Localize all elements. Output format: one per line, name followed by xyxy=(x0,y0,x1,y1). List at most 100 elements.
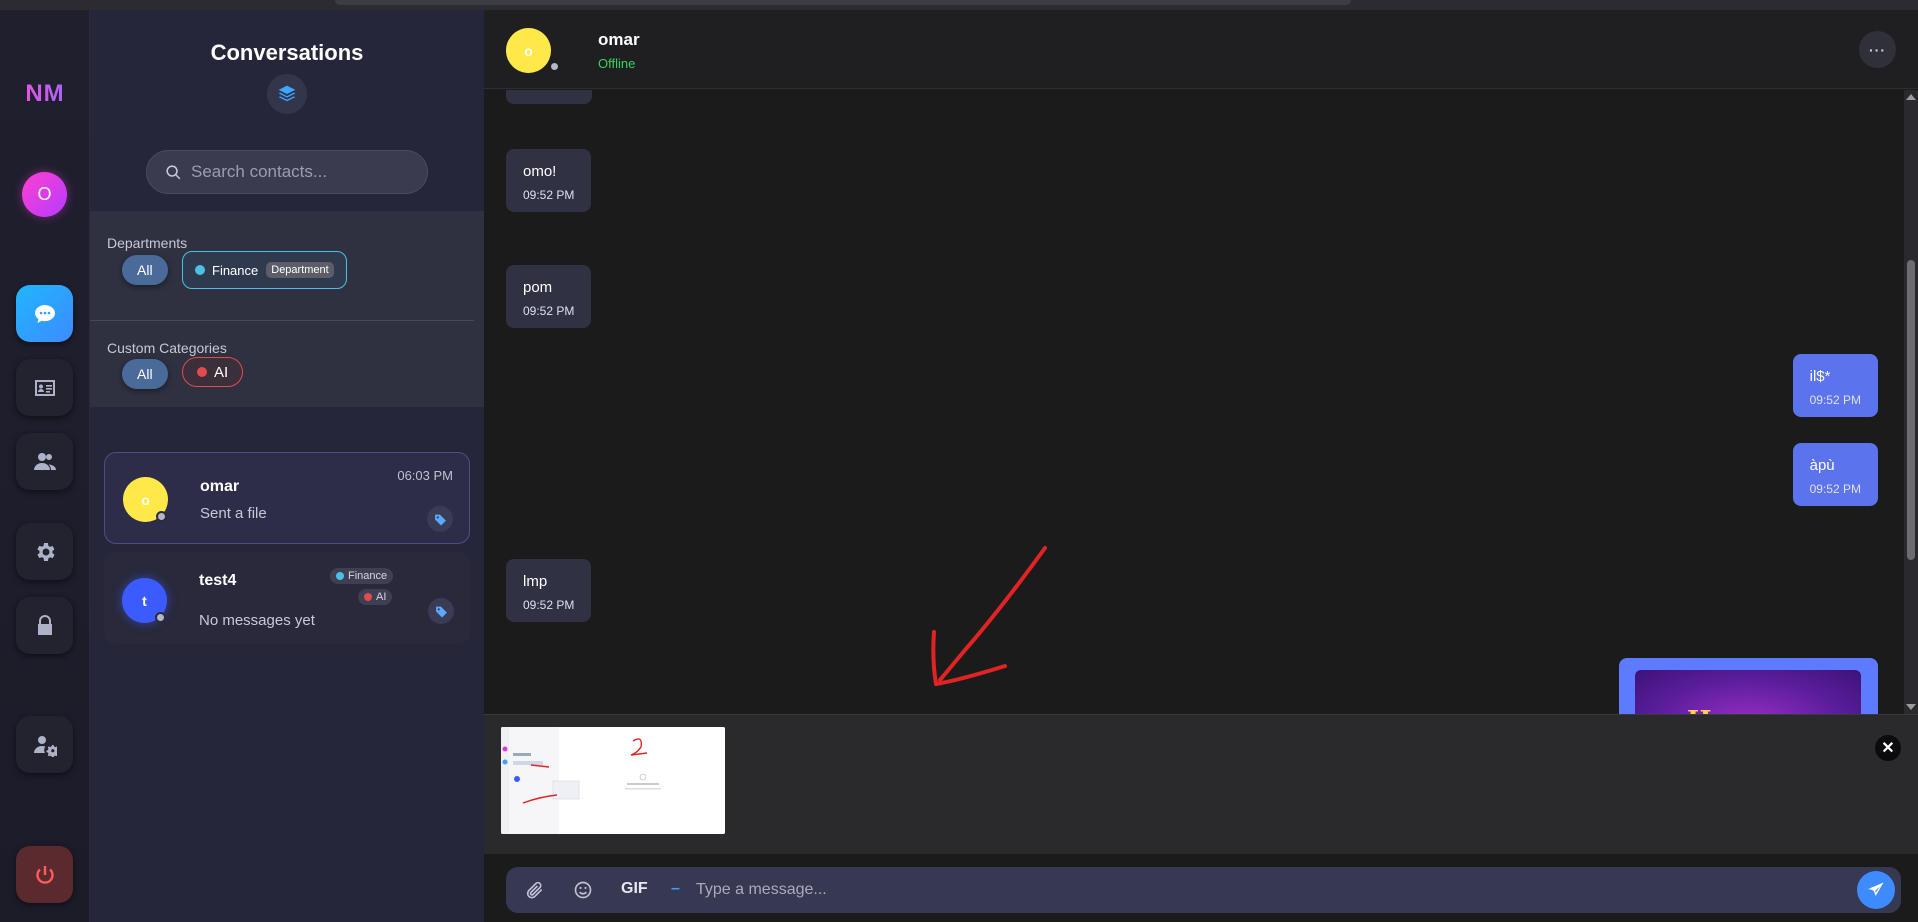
app-logo: NM xyxy=(0,80,90,108)
emoji-button[interactable] xyxy=(570,877,596,903)
rail-lock-button[interactable] xyxy=(16,597,73,654)
message-bubble: lmp 09:52 PM xyxy=(506,559,592,622)
department-filter-finance[interactable]: Finance Department xyxy=(182,251,347,289)
filters-section: Departments All Finance Department Custo… xyxy=(90,211,484,407)
gear-icon xyxy=(36,542,55,561)
rail-users-button[interactable] xyxy=(16,433,73,490)
contact-card-icon xyxy=(34,379,55,396)
attachment-preview-area: ✕ xyxy=(484,714,1918,854)
remove-attachment-button[interactable]: ✕ xyxy=(1875,735,1901,761)
message-text: il$* xyxy=(1809,368,1831,385)
contact-search[interactable] xyxy=(146,150,428,194)
tag-icon xyxy=(434,514,446,525)
department-filter-all[interactable]: All xyxy=(122,255,168,285)
message-bubble: àpù 09:52 PM xyxy=(1792,443,1878,506)
conversation-name: omar xyxy=(200,478,240,495)
finance-dot xyxy=(195,265,205,275)
mini-tag-label: Finance xyxy=(348,570,388,582)
message-time: 09:52 PM xyxy=(523,598,575,612)
conversation-preview: No messages yet xyxy=(199,612,315,629)
offline-status-dot xyxy=(156,511,167,522)
layers-button[interactable] xyxy=(267,74,307,114)
power-icon xyxy=(35,865,54,884)
filters-divider xyxy=(90,320,474,321)
message-input[interactable] xyxy=(696,867,1796,913)
departments-label: Departments xyxy=(107,235,188,251)
browser-tab-bar xyxy=(335,0,1351,5)
search-icon xyxy=(166,165,181,180)
message-text: pom xyxy=(523,279,553,296)
rail-logout-button[interactable] xyxy=(16,846,73,903)
category-ai-label: AI xyxy=(214,363,229,381)
chat-icon xyxy=(34,304,55,323)
conversation-time: 06:03 PM xyxy=(397,468,453,483)
gif-button[interactable]: GIF xyxy=(621,880,648,898)
message-bubble: pom 09:52 PM xyxy=(506,265,592,328)
rail-user-settings-button[interactable] xyxy=(16,716,73,773)
department-tag: Department xyxy=(266,262,334,278)
attachment-thumbnail[interactable] xyxy=(501,727,725,834)
paperclip-icon xyxy=(526,881,543,899)
send-button[interactable] xyxy=(1857,871,1895,909)
smiley-icon xyxy=(574,881,592,899)
chat-area: o omar Offline ··· omo! 09:52 PM pom 09:… xyxy=(484,10,1918,922)
message-text: àpù xyxy=(1809,457,1835,474)
avatar: o xyxy=(506,28,551,73)
rail-settings-button[interactable] xyxy=(16,523,73,580)
conversations-title: Conversations xyxy=(210,40,364,65)
voice-record-button[interactable]: – xyxy=(671,880,680,898)
message-time: 09:52 PM xyxy=(523,188,575,202)
message-time: 09:52 PM xyxy=(1809,393,1861,407)
conversation-name: test4 xyxy=(199,572,237,589)
happy-image: Happy xyxy=(1635,670,1861,714)
conversation-preview: Sent a file xyxy=(200,505,267,522)
message-bubble: omo! 09:52 PM xyxy=(506,149,592,212)
offline-status-dot xyxy=(155,612,166,623)
category-filter-ai[interactable]: AI xyxy=(182,357,244,387)
ai-mini-tag: AI xyxy=(358,589,393,605)
scroll-thumb[interactable] xyxy=(1907,260,1915,560)
browser-top-strip xyxy=(0,0,1918,10)
search-input[interactable] xyxy=(191,151,416,193)
left-rail: NM O xyxy=(0,10,90,922)
tag-icon xyxy=(435,606,447,617)
mini-tag-label: AI xyxy=(376,591,387,603)
screenshot-thumbnail-image xyxy=(501,727,725,834)
chat-header: o omar Offline ··· xyxy=(484,10,1918,89)
message-time: 09:52 PM xyxy=(1809,482,1861,496)
more-options-button[interactable]: ··· xyxy=(1859,31,1896,68)
chat-contact-status: Offline xyxy=(598,56,636,71)
conversation-item-omar[interactable]: o omar Sent a file 06:03 PM xyxy=(104,452,470,544)
rail-chat-button[interactable] xyxy=(16,285,73,342)
tag-button[interactable] xyxy=(427,506,453,532)
message-scrollbar[interactable] xyxy=(1904,90,1918,714)
message-text: lmp xyxy=(523,573,548,590)
offline-status-dot xyxy=(549,61,560,72)
message-list[interactable]: omo! 09:52 PM pom 09:52 PM il$* 09:52 PM… xyxy=(484,90,1918,714)
finance-mini-tag: Finance xyxy=(330,568,394,584)
message-bubble: il$* 09:52 PM xyxy=(1792,354,1878,417)
category-filter-all[interactable]: All xyxy=(122,359,168,389)
rail-contacts-button[interactable] xyxy=(16,359,73,416)
scroll-down-arrow[interactable] xyxy=(1906,704,1916,710)
user-avatar[interactable]: O xyxy=(22,172,67,217)
send-icon xyxy=(1868,882,1884,896)
user-settings-icon xyxy=(33,735,57,757)
lock-icon xyxy=(37,614,52,635)
image-message[interactable]: Happy xyxy=(1619,658,1878,714)
scroll-up-arrow[interactable] xyxy=(1906,94,1916,100)
ai-dot xyxy=(197,367,207,377)
conversation-item-test4[interactable]: t test4 No messages yet Finance AI xyxy=(104,552,470,644)
finance-dot xyxy=(336,572,344,580)
tag-button[interactable] xyxy=(428,598,454,624)
image-caption-text: Happy xyxy=(1687,706,1780,714)
message-text: omo! xyxy=(523,163,557,180)
message-bubble-partial xyxy=(506,90,592,104)
categories-label: Custom Categories xyxy=(107,340,227,356)
ai-dot xyxy=(364,593,372,601)
chat-contact-name: omar xyxy=(598,30,640,49)
conversations-panel: Conversations Departments All Finance De… xyxy=(90,10,484,922)
attach-button[interactable] xyxy=(522,877,548,903)
message-time: 09:52 PM xyxy=(523,304,575,318)
department-finance-label: Finance xyxy=(212,262,259,278)
